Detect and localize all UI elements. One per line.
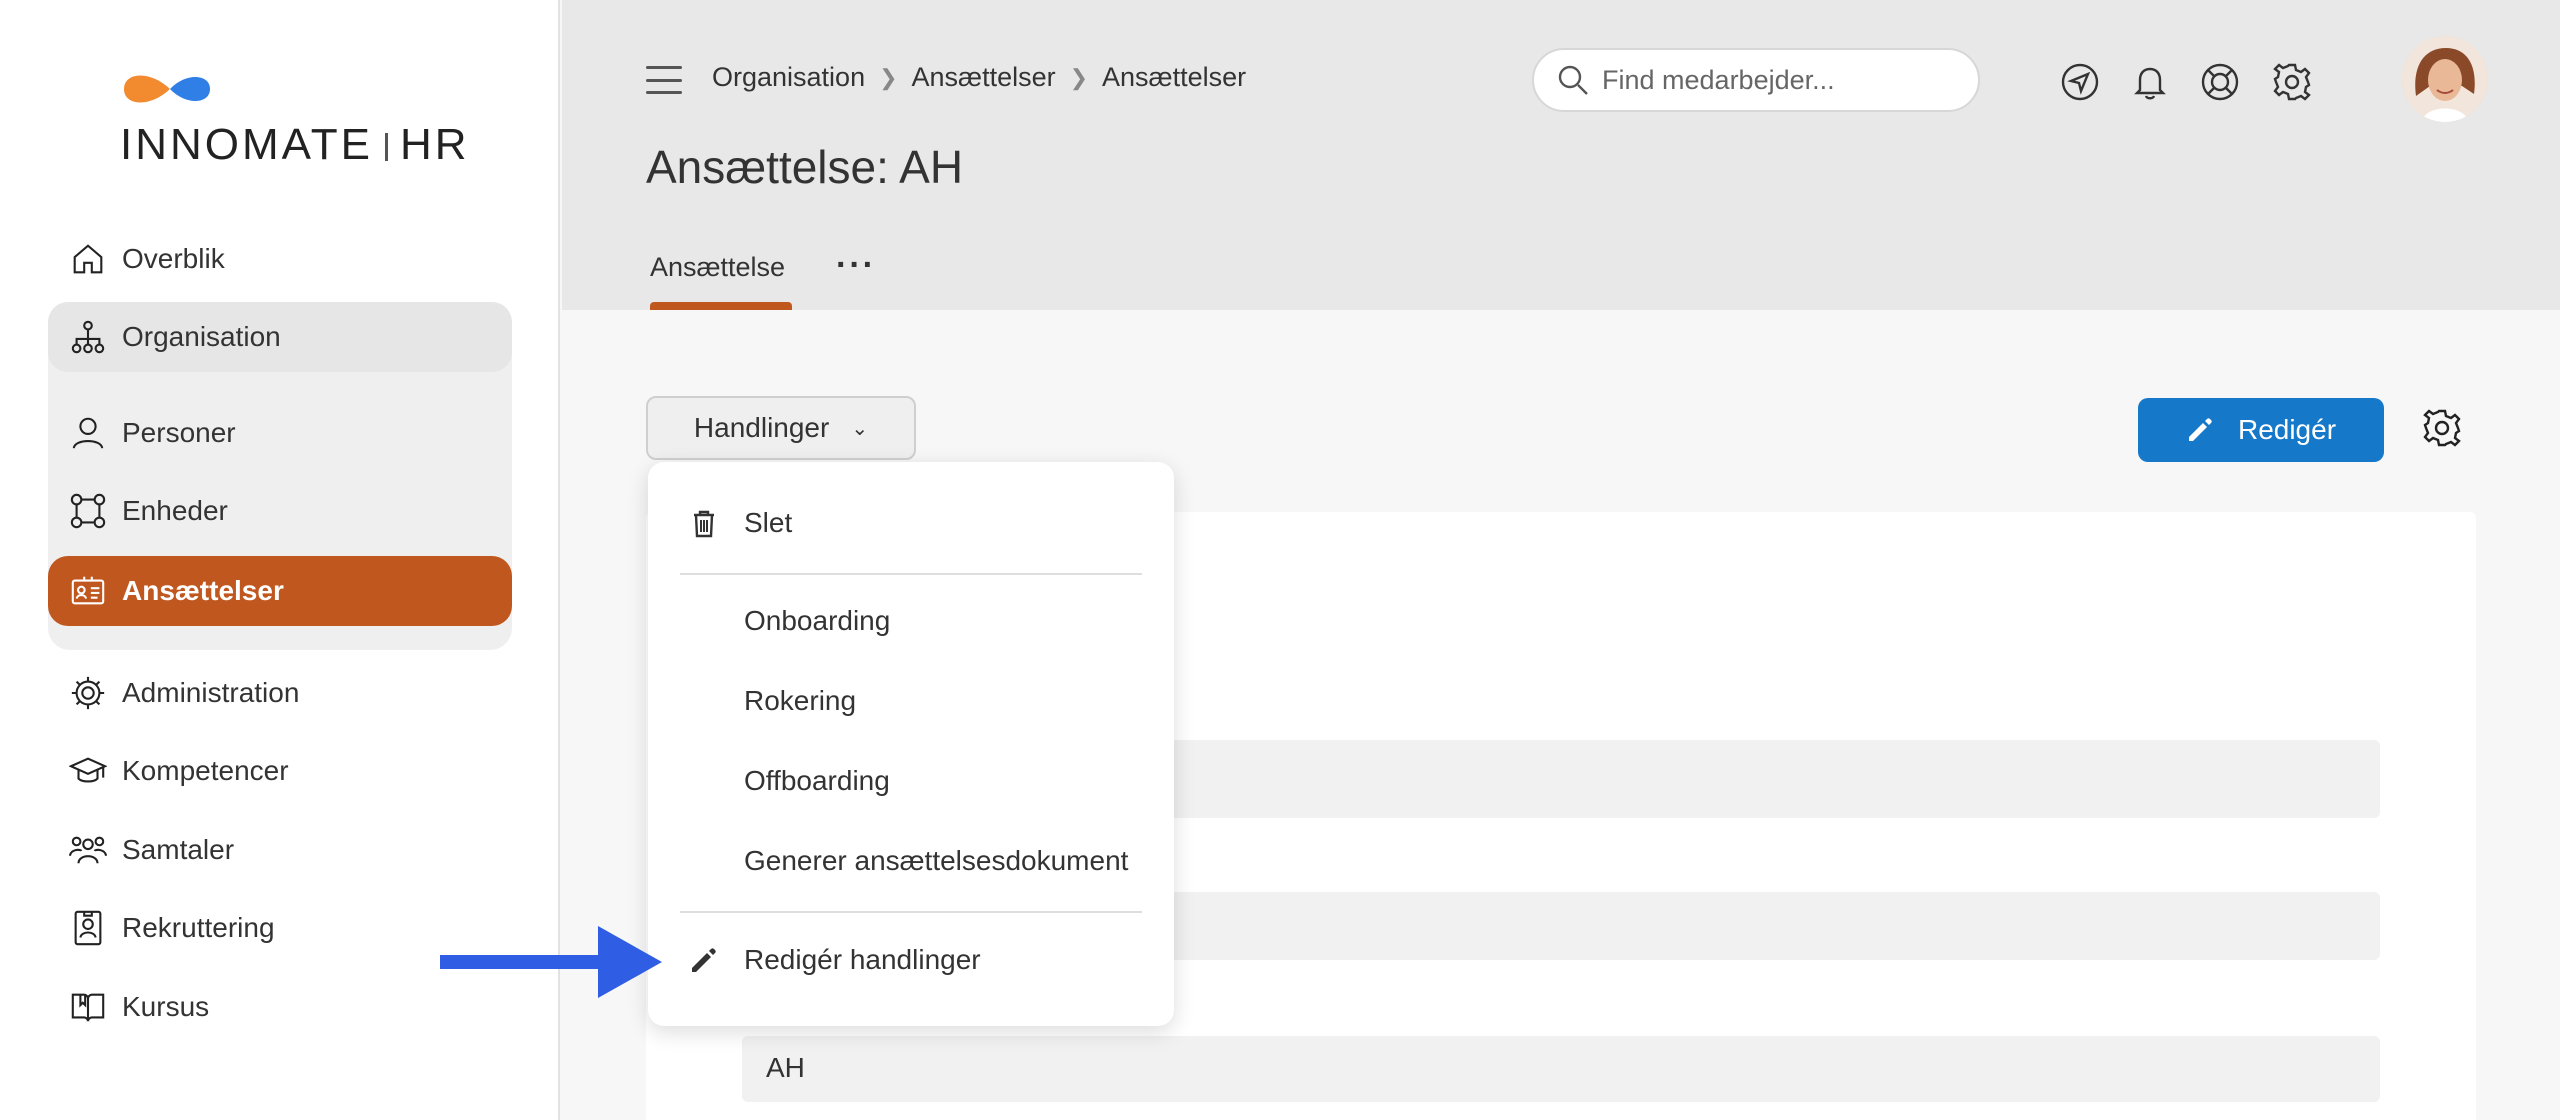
pencil-icon <box>2188 418 2212 441</box>
chevron-right-icon: ❯ <box>1069 64 1089 90</box>
trash-icon <box>688 507 720 539</box>
lifebuoy-icon[interactable] <box>2198 60 2242 104</box>
sidebar-item-rekruttering[interactable]: Rekruttering <box>48 893 512 963</box>
navigation-icon[interactable] <box>2058 60 2102 104</box>
person-icon <box>68 413 108 453</box>
admin-gear-icon <box>68 673 108 713</box>
pencil-icon <box>688 944 720 976</box>
active-tab-indicator <box>650 302 792 310</box>
sidebar-item-label: Administration <box>122 677 300 708</box>
sidebar-item-label: Organisation <box>122 321 281 352</box>
menu-item-label: Slet <box>744 507 793 538</box>
sidebar-item-label: Overblik <box>122 243 225 274</box>
sidebar-item-ansaettelser[interactable]: Ansættelser <box>48 556 512 626</box>
field-value: AH <box>766 1052 805 1083</box>
graduation-cap-icon <box>68 751 108 791</box>
chevron-right-icon: ❯ <box>879 64 898 90</box>
sidebar-item-label: Kompetencer <box>122 755 289 786</box>
bell-icon[interactable] <box>2128 60 2172 104</box>
page-title: Ansættelse: AH <box>646 141 964 193</box>
actions-menu: Slet Onboarding Rokering Offboarding Gen… <box>648 462 1174 1026</box>
sidebar-item-label: Samtaler <box>122 834 235 865</box>
menu-item-offboarding[interactable]: Offboarding <box>648 746 1174 816</box>
menu-item-rediger-handlinger[interactable]: Redigér handlinger <box>648 925 1174 995</box>
sidebar: INNOMATE HR Overblik Organisation Persone… <box>0 0 560 1120</box>
sidebar-item-personer[interactable]: Personer <box>48 398 512 468</box>
innomate-hr-logo[interactable]: INNOMATE HR <box>120 60 467 170</box>
menu-divider <box>680 911 1142 913</box>
sidebar-item-kompetencer[interactable]: Kompetencer <box>48 736 512 806</box>
units-icon <box>68 491 108 531</box>
breadcrumb-item[interactable]: Ansættelser <box>912 62 1056 93</box>
menu-item-generer-dokument[interactable]: Generer ansættelsesdokument <box>648 826 1174 896</box>
sidebar-item-label: Rekruttering <box>122 912 275 943</box>
sidebar-item-label: Ansættelser <box>122 575 284 606</box>
avatar[interactable] <box>2402 36 2488 122</box>
badge-icon <box>68 908 108 948</box>
sidebar-item-organisation[interactable]: Organisation <box>48 302 512 372</box>
tab-ansaettelse[interactable]: Ansættelse <box>650 252 785 283</box>
more-tabs-icon[interactable]: ··· <box>836 246 876 285</box>
sidebar-item-enheder[interactable]: Enheder <box>48 476 512 546</box>
logo-mark-icon <box>124 75 210 103</box>
settings-icon[interactable] <box>2270 60 2314 104</box>
sidebar-item-kursus[interactable]: Kursus <box>48 972 512 1042</box>
search-icon <box>1558 65 1588 95</box>
menu-item-onboarding[interactable]: Onboarding <box>648 586 1174 656</box>
actions-dropdown-button[interactable]: Handlinger ⌄ <box>646 396 916 460</box>
sidebar-item-administration[interactable]: Administration <box>48 658 512 728</box>
org-chart-icon <box>68 317 108 357</box>
logo-text: INNOMATE HR <box>120 120 470 169</box>
page-header: Organisation ❯ Ansættelser ❯ Ansættelser… <box>562 0 2560 310</box>
settings-icon[interactable] <box>2422 408 2466 452</box>
breadcrumb: Organisation ❯ Ansættelser ❯ Ansættelser <box>712 62 1246 93</box>
actions-label: Handlinger <box>693 412 830 443</box>
menu-item-rokering[interactable]: Rokering <box>648 666 1174 736</box>
form-field[interactable]: AH <box>742 1036 2380 1102</box>
sidebar-item-label: Kursus <box>122 991 210 1022</box>
menu-item-label: Offboarding <box>744 765 890 796</box>
book-icon <box>68 987 108 1027</box>
menu-item-label: Onboarding <box>744 605 891 636</box>
menu-item-label: Generer ansættelsesdokument <box>744 845 1129 876</box>
sidebar-item-overblik[interactable]: Overblik <box>48 224 512 294</box>
sidebar-item-label: Personer <box>122 417 236 448</box>
search-box[interactable] <box>1532 48 1980 112</box>
menu-item-slet[interactable]: Slet <box>648 488 1174 558</box>
menu-item-label: Rokering <box>744 685 857 716</box>
home-icon <box>68 239 108 279</box>
edit-button[interactable]: Redigér <box>2138 398 2384 462</box>
id-card-icon <box>68 571 108 611</box>
search-input[interactable] <box>1602 64 1962 96</box>
menu-divider <box>680 573 1142 575</box>
sidebar-item-samtaler[interactable]: Samtaler <box>48 815 512 885</box>
breadcrumb-item[interactable]: Ansættelser <box>1102 62 1246 93</box>
annotation-arrow-icon <box>598 926 662 998</box>
hamburger-menu-icon[interactable] <box>646 66 682 94</box>
user-photo-icon <box>2402 36 2488 122</box>
people-group-icon <box>68 830 108 870</box>
breadcrumb-item[interactable]: Organisation <box>712 62 865 93</box>
menu-item-label: Redigér handlinger <box>744 944 981 975</box>
edit-label: Redigér <box>2237 414 2337 445</box>
chevron-down-icon: ⌄ <box>851 417 869 440</box>
annotation-arrow-shaft <box>440 955 606 969</box>
sidebar-item-label: Enheder <box>122 495 228 526</box>
